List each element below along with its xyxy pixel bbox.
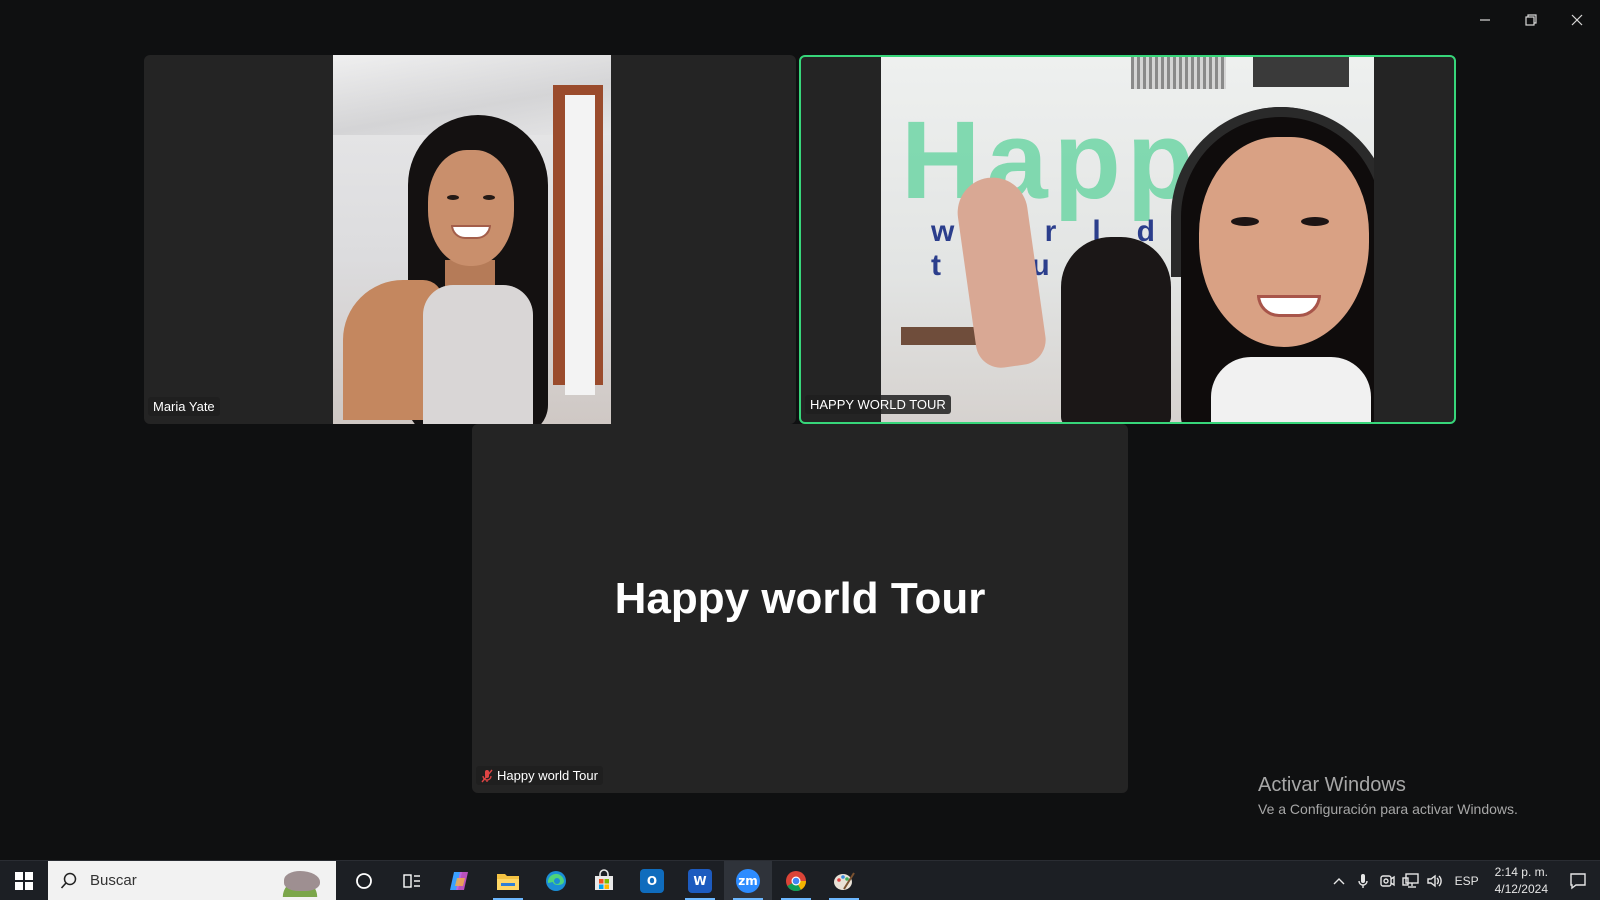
chrome-icon xyxy=(786,870,807,891)
zoom-icon: zm xyxy=(736,868,760,893)
zoom-button[interactable]: zm xyxy=(724,860,772,900)
notification-icon xyxy=(1570,872,1586,889)
cortana-icon xyxy=(356,872,372,889)
word-button[interactable]: W xyxy=(676,861,724,900)
participant-tile-happy-world-tour[interactable]: Happy world Tour Happy world Tour xyxy=(472,424,1128,793)
participant-video xyxy=(333,55,611,424)
file-explorer-button[interactable] xyxy=(484,861,532,900)
show-hidden-icons-button[interactable] xyxy=(1327,861,1351,900)
paint-icon xyxy=(834,871,855,890)
paint-button[interactable] xyxy=(820,861,868,900)
window-controls xyxy=(1462,0,1600,40)
participant-name: Maria Yate xyxy=(153,399,215,414)
background-logo: Happ xyxy=(901,99,1200,222)
outlook-icon: O xyxy=(640,868,664,893)
participant-name-tag: HAPPY WORLD TOUR xyxy=(805,395,951,414)
search-icon xyxy=(60,872,77,889)
word-icon: W xyxy=(688,868,712,893)
watermark-subtitle: Ve a Configuración para activar Windows. xyxy=(1258,801,1518,817)
close-button[interactable] xyxy=(1554,0,1600,40)
microsoft-store-icon xyxy=(595,868,613,890)
task-view-button[interactable] xyxy=(388,861,436,900)
participant-tile-happy-world-tour-video[interactable]: Happ world tou HAPPY WORLD TOUR xyxy=(799,55,1456,424)
participant-display-name: Happy world Tour xyxy=(614,574,986,623)
cortana-button[interactable] xyxy=(340,861,388,900)
microphone-icon xyxy=(1357,873,1368,888)
taskbar: Buscar O W zm ESP 2:14 p. m. 4/12/2024 xyxy=(0,860,1600,900)
participant-name-tag: Maria Yate xyxy=(148,397,220,416)
participant-video: Happ world tou xyxy=(881,57,1374,422)
system-tray: ESP 2:14 p. m. 4/12/2024 xyxy=(1327,861,1600,900)
chevron-up-icon xyxy=(1333,877,1345,884)
copilot-button[interactable] xyxy=(436,861,484,900)
restore-button[interactable] xyxy=(1508,0,1554,40)
windows-logo-icon xyxy=(15,871,33,890)
search-placeholder: Buscar xyxy=(90,872,137,889)
clock-date: 4/12/2024 xyxy=(1494,881,1548,896)
activate-windows-watermark: Activar Windows Ve a Configuración para … xyxy=(1258,774,1518,817)
network-icon xyxy=(1401,872,1419,888)
clock-time: 2:14 p. m. xyxy=(1494,864,1548,879)
file-explorer-icon xyxy=(497,873,519,890)
participant-tile-maria-yate[interactable]: Maria Yate xyxy=(144,55,796,424)
search-highlight-illustration xyxy=(270,866,330,897)
taskbar-search[interactable]: Buscar xyxy=(48,860,336,900)
outlook-button[interactable]: O xyxy=(628,861,676,900)
taskbar-apps: O W zm xyxy=(340,860,868,900)
mic-muted-icon xyxy=(481,769,493,783)
input-language[interactable]: ESP xyxy=(1447,861,1487,900)
minimize-icon xyxy=(1480,19,1490,21)
network-tray-button[interactable] xyxy=(1399,861,1423,900)
copilot-icon xyxy=(450,871,468,890)
notifications-button[interactable] xyxy=(1556,861,1600,900)
restore-icon xyxy=(1525,14,1537,26)
clock[interactable]: 2:14 p. m. 4/12/2024 xyxy=(1487,861,1556,900)
close-icon xyxy=(1571,14,1583,26)
chrome-button[interactable] xyxy=(772,861,820,900)
volume-icon xyxy=(1426,874,1442,887)
volume-tray-button[interactable] xyxy=(1423,861,1447,900)
participant-name: HAPPY WORLD TOUR xyxy=(810,397,946,412)
camera-tray-button[interactable] xyxy=(1375,861,1399,900)
minimize-button[interactable] xyxy=(1462,0,1508,40)
microphone-tray-button[interactable] xyxy=(1351,861,1375,900)
camera-icon xyxy=(1379,874,1395,887)
task-view-icon xyxy=(403,873,420,888)
participant-name-tag: Happy world Tour xyxy=(476,766,603,785)
microsoft-store-button[interactable] xyxy=(580,861,628,900)
edge-button[interactable] xyxy=(532,861,580,900)
start-button[interactable] xyxy=(0,861,48,900)
watermark-title: Activar Windows xyxy=(1258,774,1406,796)
participant-name: Happy world Tour xyxy=(497,768,598,783)
edge-icon xyxy=(546,870,566,891)
